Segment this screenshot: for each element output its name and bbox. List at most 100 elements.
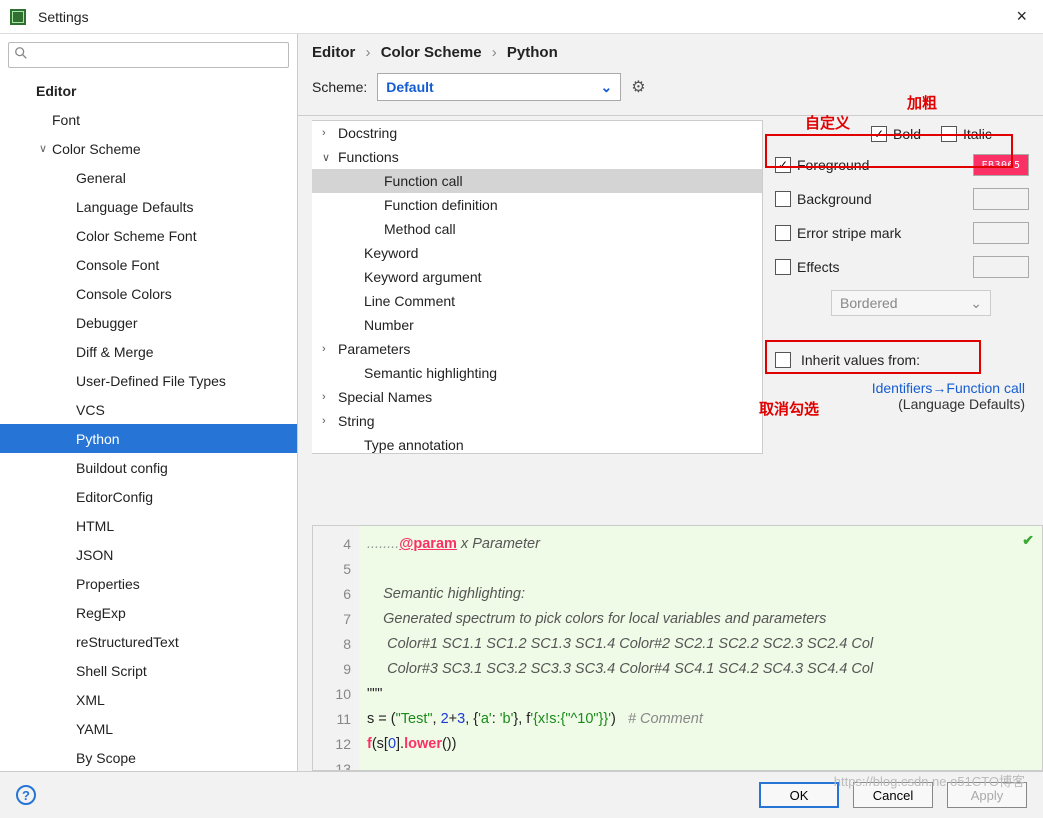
tree-item-label: Editor [36, 83, 76, 99]
search-input[interactable] [8, 42, 289, 68]
italic-checkbox[interactable] [941, 126, 957, 142]
sidebar-item-vcs[interactable]: VCS [0, 395, 297, 424]
syntax-item-semantic-highlighting[interactable]: Semantic highlighting [312, 361, 762, 385]
inherit-source: (Language Defaults) [898, 396, 1025, 412]
tree-item-label: HTML [76, 518, 114, 534]
breadcrumb-0[interactable]: Editor [312, 44, 355, 61]
breadcrumb: Editor › Color Scheme › Python [298, 34, 1043, 65]
scheme-label: Scheme: [312, 79, 367, 95]
sidebar-item-diff-merge[interactable]: Diff & Merge [0, 337, 297, 366]
effects-dropdown[interactable]: Bordered ⌄ [831, 290, 991, 316]
sidebar-item-language-defaults[interactable]: Language Defaults [0, 192, 297, 221]
sidebar-item-by-scope[interactable]: By Scope [0, 743, 297, 771]
background-label: Background [797, 191, 872, 207]
sidebar-item-user-defined-file-types[interactable]: User-Defined File Types [0, 366, 297, 395]
sidebar-item-color-scheme[interactable]: ∨Color Scheme [0, 134, 297, 163]
code-preview: ✔ 45678910111213 ........@param x Parame… [312, 525, 1043, 771]
error-stripe-label: Error stripe mark [797, 225, 901, 241]
syntax-item-label: Method call [384, 221, 456, 237]
syntax-item-label: Type annotation [364, 437, 464, 453]
sidebar-item-xml[interactable]: XML [0, 685, 297, 714]
tree-item-label: General [76, 170, 126, 186]
tree-item-label: Buildout config [76, 460, 168, 476]
help-icon[interactable]: ? [16, 785, 36, 805]
sidebar-item-buildout-config[interactable]: Buildout config [0, 453, 297, 482]
sidebar-item-html[interactable]: HTML [0, 511, 297, 540]
inherit-label: Inherit values from: [801, 352, 920, 368]
background-checkbox[interactable] [775, 191, 791, 207]
tree-item-label: Console Font [76, 257, 159, 273]
sidebar-item-editor[interactable]: Editor [0, 76, 297, 105]
effects-label: Effects [797, 259, 840, 275]
foreground-label: Foreground [797, 157, 869, 173]
sidebar-item-editorconfig[interactable]: EditorConfig [0, 482, 297, 511]
syntax-item-label: Semantic highlighting [364, 365, 497, 381]
syntax-item-string[interactable]: ›String [312, 409, 762, 433]
sidebar-item-regexp[interactable]: RegExp [0, 598, 297, 627]
tree-item-label: Debugger [76, 315, 138, 331]
syntax-item-type-annotation[interactable]: Type annotation [312, 433, 762, 454]
foreground-swatch[interactable]: FB3065 [973, 154, 1029, 176]
titlebar: Settings × [0, 0, 1043, 34]
settings-tree: Editor Font ∨Color Scheme General Language D… [0, 76, 297, 771]
ok-button[interactable]: OK [759, 782, 839, 808]
inherit-checkbox[interactable] [775, 352, 791, 368]
syntax-item-number[interactable]: Number [312, 313, 762, 337]
inherit-link[interactable]: Identifiers→Function call [872, 380, 1025, 396]
cancel-button[interactable]: Cancel [853, 782, 933, 808]
foreground-checkbox[interactable] [775, 157, 791, 173]
tree-item-label: Font [52, 112, 80, 128]
syntax-item-parameters[interactable]: ›Parameters [312, 337, 762, 361]
tree-item-label: Console Colors [76, 286, 172, 302]
tree-item-label: Color Scheme [52, 141, 141, 157]
tree-item-label: Diff & Merge [76, 344, 154, 360]
syntax-item-method-call[interactable]: Method call [312, 217, 762, 241]
gear-icon[interactable]: ⚙ [631, 77, 645, 97]
syntax-item-function-call[interactable]: Function call [312, 169, 762, 193]
scheme-select[interactable]: Default ⌄ [377, 73, 621, 101]
sidebar-item-python[interactable]: Python [0, 424, 297, 453]
syntax-item-label: Special Names [338, 389, 432, 405]
background-swatch[interactable] [973, 188, 1029, 210]
effects-swatch[interactable] [973, 256, 1029, 278]
syntax-item-label: Keyword [364, 245, 418, 261]
error-stripe-swatch[interactable] [973, 222, 1029, 244]
chevron-icon: ∨ [36, 142, 50, 155]
syntax-item-functions[interactable]: ∨Functions [312, 145, 762, 169]
syntax-item-label: Function definition [384, 197, 498, 213]
sidebar-item-restructuredtext[interactable]: reStructuredText [0, 627, 297, 656]
sidebar-item-font[interactable]: Font [0, 105, 297, 134]
tree-item-label: YAML [76, 721, 113, 737]
sidebar-item-color-scheme-font[interactable]: Color Scheme Font [0, 221, 297, 250]
sidebar-item-general[interactable]: General [0, 163, 297, 192]
syntax-item-label: Number [364, 317, 414, 333]
sidebar-item-debugger[interactable]: Debugger [0, 308, 297, 337]
sidebar-item-json[interactable]: JSON [0, 540, 297, 569]
sidebar-item-console-colors[interactable]: Console Colors [0, 279, 297, 308]
sidebar-item-yaml[interactable]: YAML [0, 714, 297, 743]
syntax-item-label: Function call [384, 173, 463, 189]
error-stripe-checkbox[interactable] [775, 225, 791, 241]
footer: ? OK Cancel Apply [0, 771, 1043, 818]
effects-checkbox[interactable] [775, 259, 791, 275]
sidebar-item-properties[interactable]: Properties [0, 569, 297, 598]
close-icon[interactable]: × [1010, 6, 1033, 27]
sidebar-item-console-font[interactable]: Console Font [0, 250, 297, 279]
syntax-item-special-names[interactable]: ›Special Names [312, 385, 762, 409]
syntax-item-keyword-argument[interactable]: Keyword argument [312, 265, 762, 289]
syntax-item-docstring[interactable]: ›Docstring [312, 121, 762, 145]
tree-item-label: By Scope [76, 750, 136, 766]
check-icon[interactable]: ✔ [1022, 532, 1034, 549]
syntax-item-function-definition[interactable]: Function definition [312, 193, 762, 217]
syntax-item-keyword[interactable]: Keyword [312, 241, 762, 265]
syntax-item-line-comment[interactable]: Line Comment [312, 289, 762, 313]
italic-label: Italic [963, 126, 992, 142]
apply-button[interactable]: Apply [947, 782, 1027, 808]
bold-checkbox[interactable] [871, 126, 887, 142]
chevron-icon: › [322, 127, 338, 139]
syntax-item-label: Keyword argument [364, 269, 482, 285]
sidebar-item-shell-script[interactable]: Shell Script [0, 656, 297, 685]
scheme-value: Default [386, 79, 433, 95]
breadcrumb-1[interactable]: Color Scheme [381, 44, 482, 61]
chevron-down-icon: ⌄ [601, 79, 613, 96]
